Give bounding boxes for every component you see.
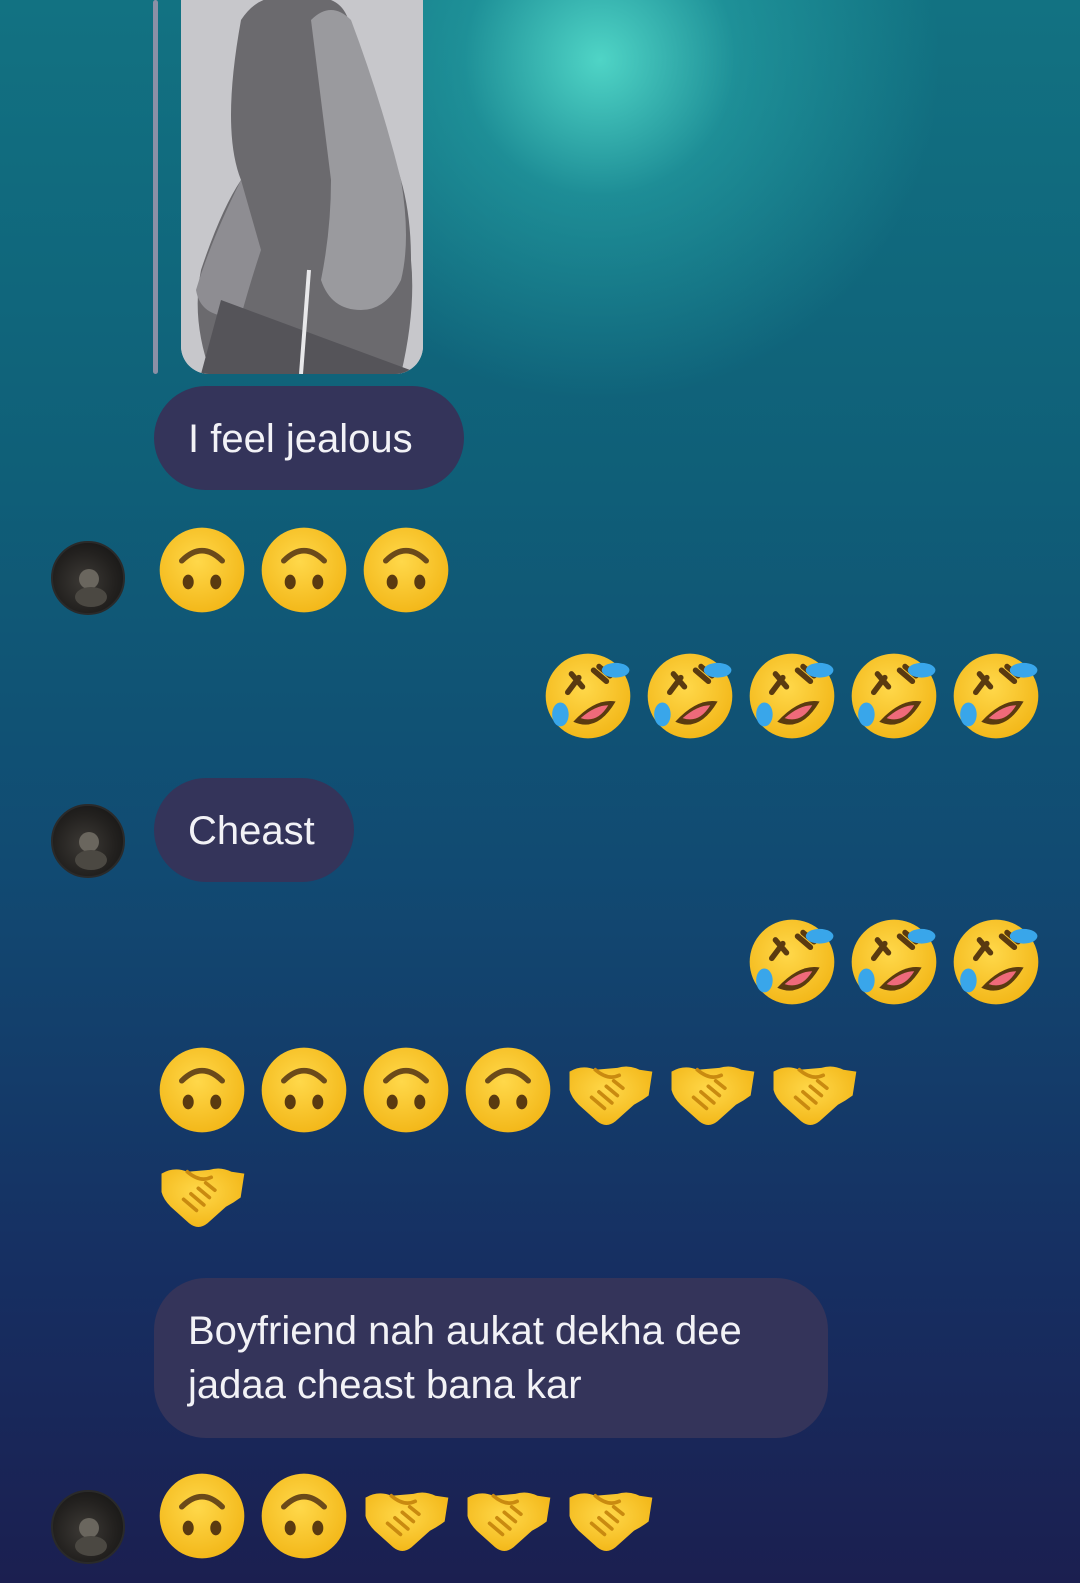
upside-down-face-icon [258,524,350,616]
handshake-icon [156,1146,248,1238]
message-text: I feel jealous [188,417,413,461]
photo-content [181,0,423,374]
upside-down-face-icon [462,1044,554,1136]
sent-emoji-message[interactable] [746,916,1042,1008]
rofl-icon [542,650,634,742]
contact-avatar[interactable] [51,541,125,615]
handshake-icon [462,1470,554,1562]
upside-down-face-icon [360,524,452,616]
rofl-icon [848,650,940,742]
avatar-image [75,569,107,607]
message-text: Cheast [188,809,315,853]
handshake-icon [768,1044,860,1136]
emoji-message[interactable] [156,524,452,616]
rofl-icon [746,650,838,742]
upside-down-face-icon [156,524,248,616]
rofl-icon [950,916,1042,1008]
handshake-icon [666,1044,758,1136]
message-bubble[interactable]: Cheast [154,778,354,882]
rofl-icon [746,916,838,1008]
handshake-icon [564,1470,656,1562]
avatar-image [75,1518,107,1556]
rofl-icon [848,916,940,1008]
emoji-message-continued[interactable] [156,1146,248,1238]
sent-emoji-message[interactable] [542,650,1042,742]
contact-avatar[interactable] [51,804,125,878]
photo-attachment[interactable] [181,0,423,374]
avatar-image [75,832,107,870]
emoji-message[interactable] [156,1044,860,1136]
upside-down-face-icon [360,1044,452,1136]
handshake-icon [564,1044,656,1136]
message-bubble[interactable]: I feel jealous [154,386,464,490]
rofl-icon [950,650,1042,742]
emoji-message[interactable] [156,1470,656,1562]
upside-down-face-icon [156,1044,248,1136]
message-bubble[interactable]: Boyfriend nah aukat dekha dee jadaa chea… [154,1278,828,1438]
reply-thread-line [153,0,158,374]
upside-down-face-icon [258,1470,350,1562]
contact-avatar[interactable] [51,1490,125,1564]
rofl-icon [644,650,736,742]
handshake-icon [360,1470,452,1562]
upside-down-face-icon [258,1044,350,1136]
message-text: Boyfriend nah aukat dekha dee jadaa chea… [188,1309,742,1407]
upside-down-face-icon [156,1470,248,1562]
